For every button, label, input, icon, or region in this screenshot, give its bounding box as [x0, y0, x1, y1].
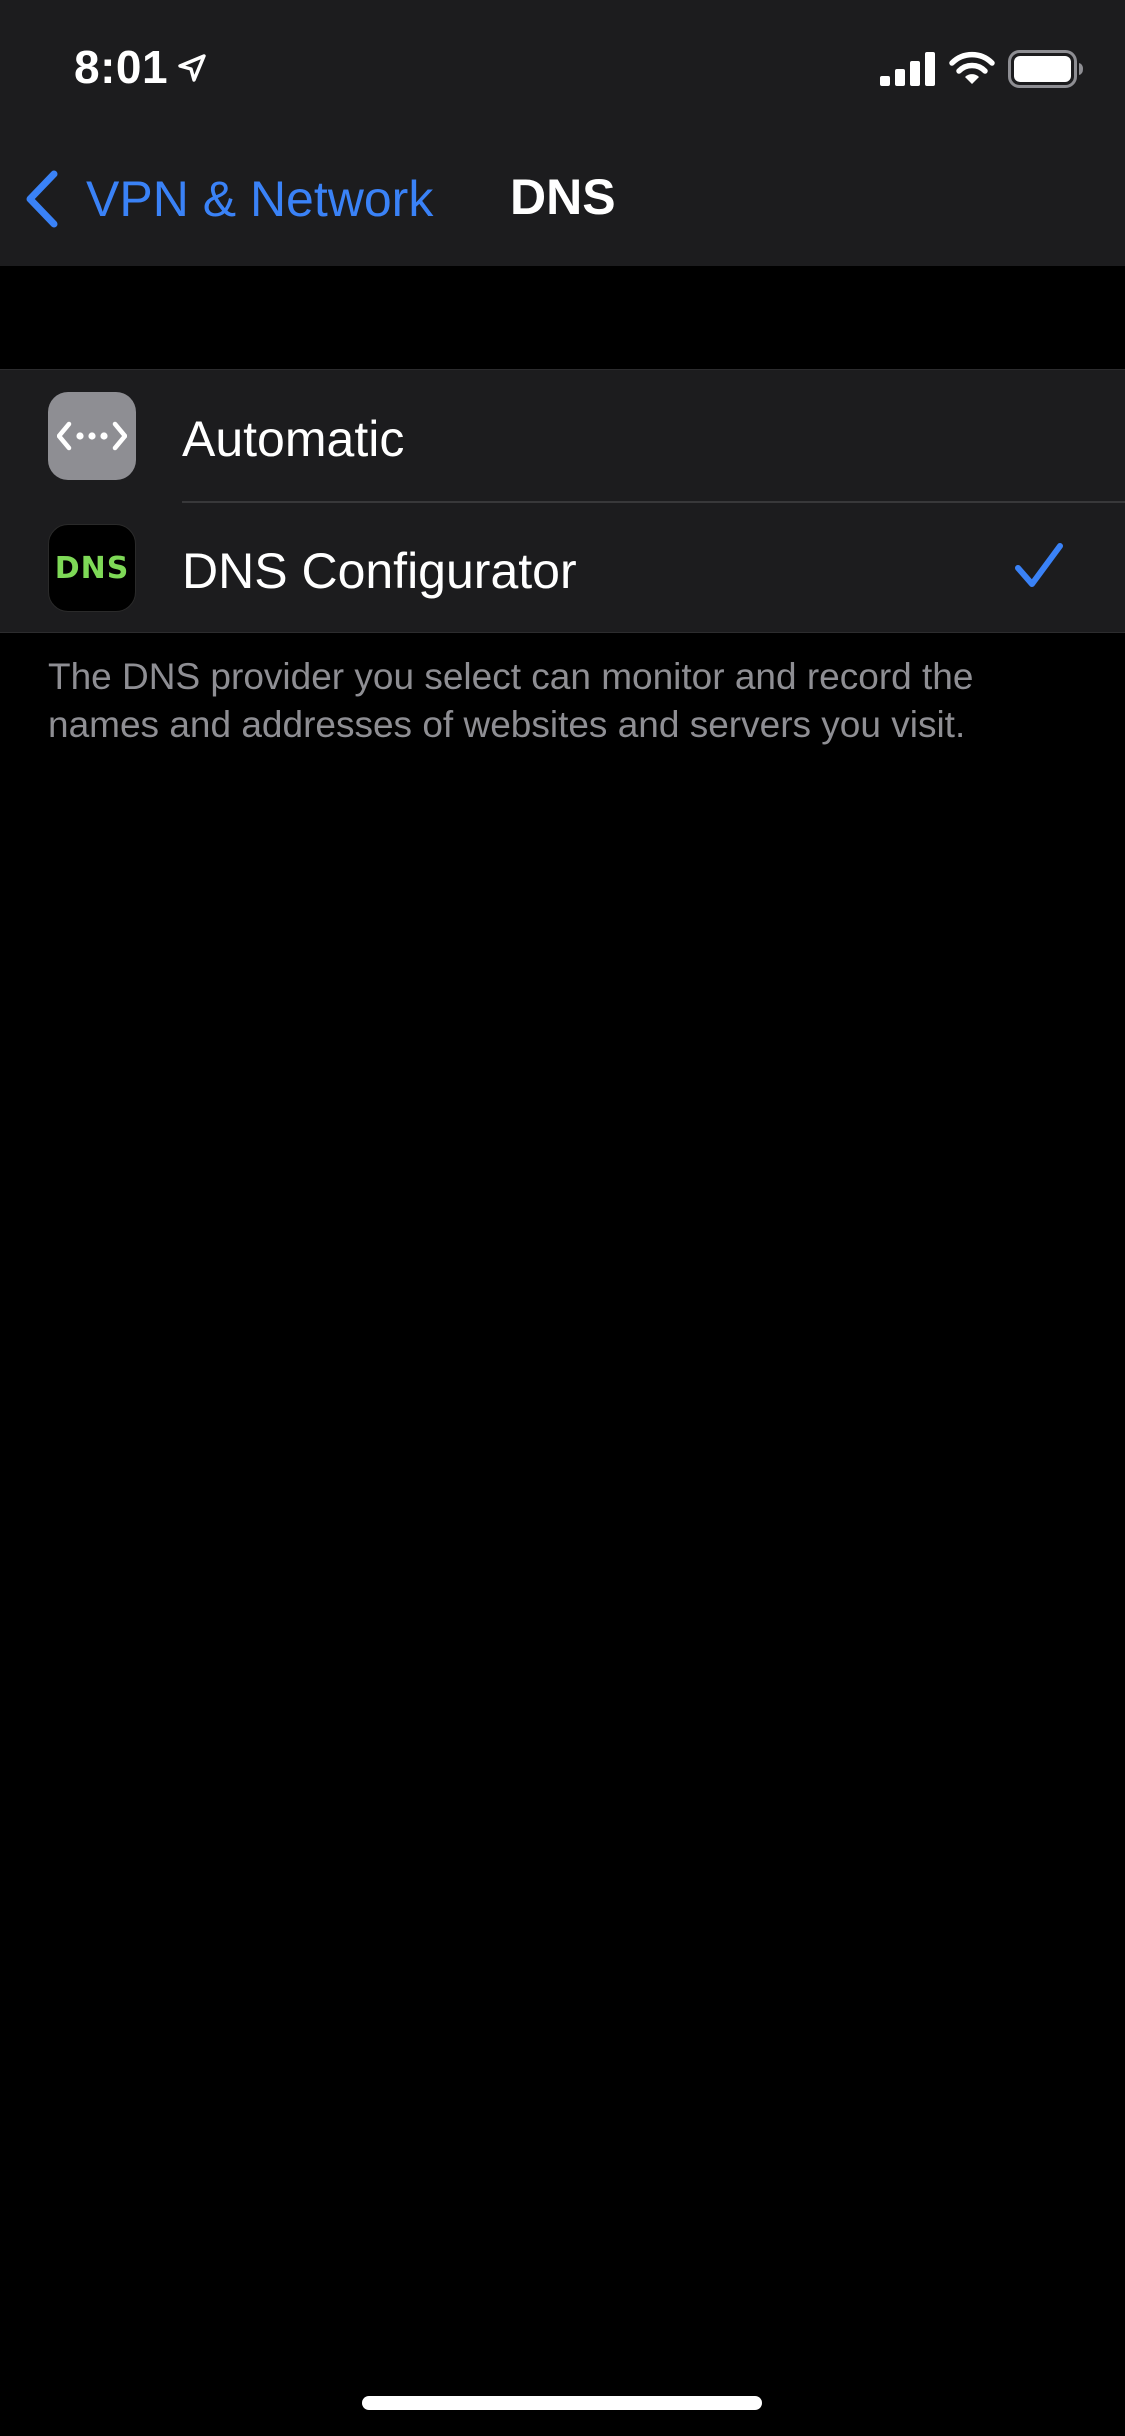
- navigation-bar: VPN & Network DNS: [0, 132, 1125, 266]
- checkmark-icon: [1015, 543, 1063, 587]
- signal-bars-icon: [880, 52, 935, 86]
- dns-options-list: Automatic DNS DNS Configurator: [0, 369, 1125, 633]
- status-time: 8:01: [74, 41, 169, 93]
- back-button-label: VPN & Network: [86, 171, 434, 227]
- top-chrome: 8:01 VPN & Network DNS: [0, 0, 1125, 266]
- footer-description: The DNS provider you select can monitor …: [48, 656, 974, 745]
- network-arrows-icon: [48, 392, 136, 480]
- location-arrow-icon: [178, 54, 206, 82]
- home-indicator[interactable]: [362, 2396, 762, 2410]
- list-item-dns-configurator[interactable]: DNS DNS Configurator: [0, 502, 1125, 634]
- dns-app-icon: DNS: [48, 524, 136, 612]
- page-title: DNS: [510, 169, 616, 225]
- dns-app-icon-text: DNS: [54, 550, 130, 586]
- list-item-automatic[interactable]: Automatic: [0, 370, 1125, 503]
- network-arrows-glyph: [57, 421, 127, 451]
- list-item-label: Automatic: [182, 411, 405, 467]
- status-bar: 8:01: [0, 0, 1125, 132]
- chevron-left-icon: [26, 170, 58, 228]
- dns-settings-screen: 8:01 VPN & Network DNS Automatic DNS DNS…: [0, 0, 1125, 2436]
- wifi-icon: [949, 51, 995, 84]
- back-button[interactable]: VPN & Network: [22, 166, 433, 232]
- battery-icon: [1008, 50, 1083, 88]
- list-item-label: DNS Configurator: [182, 543, 577, 599]
